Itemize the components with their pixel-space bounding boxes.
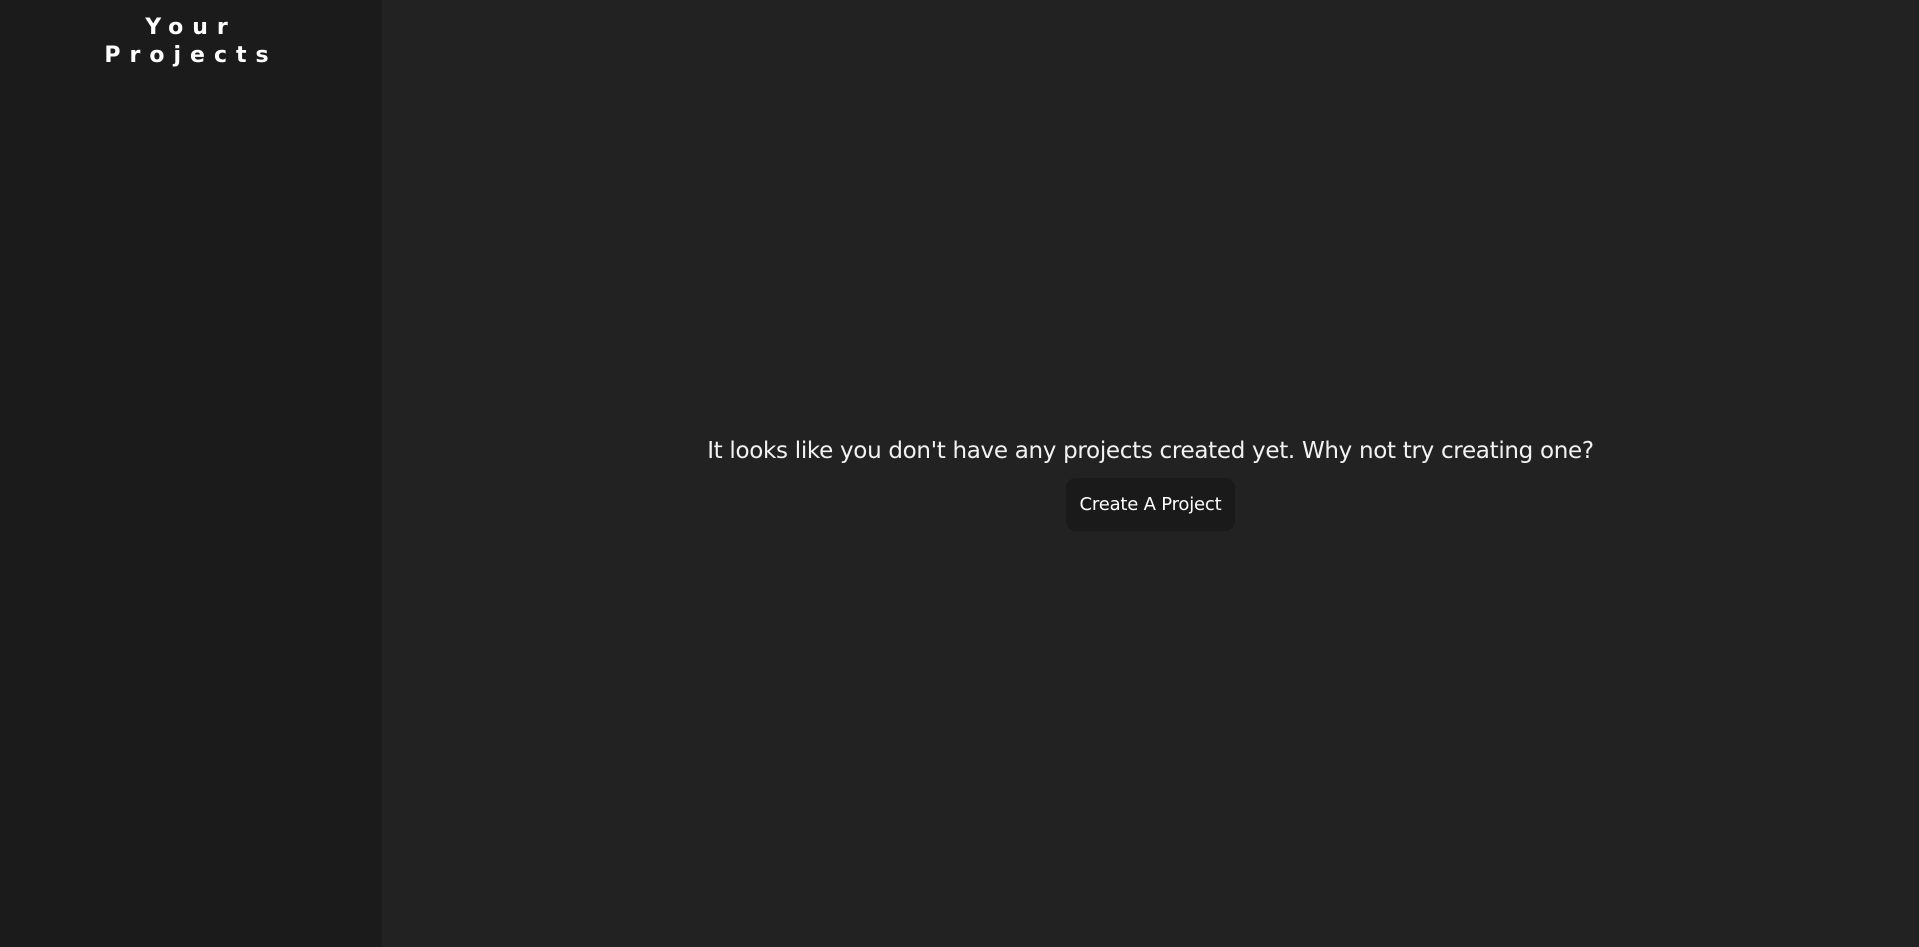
empty-state-message: It looks like you don't have any project… [707,438,1594,464]
sidebar: Your Projects [0,0,382,947]
empty-state: It looks like you don't have any project… [382,436,1919,531]
sidebar-title-line-1: Your [145,15,237,40]
sidebar-title-line-2: Projects [104,43,278,68]
sidebar-title: Your Projects [61,14,321,70]
main-content: It looks like you don't have any project… [382,0,1919,947]
app-window: Your Projects It looks like you don't ha… [0,0,1919,947]
create-project-button[interactable]: Create A Project [1065,478,1236,531]
